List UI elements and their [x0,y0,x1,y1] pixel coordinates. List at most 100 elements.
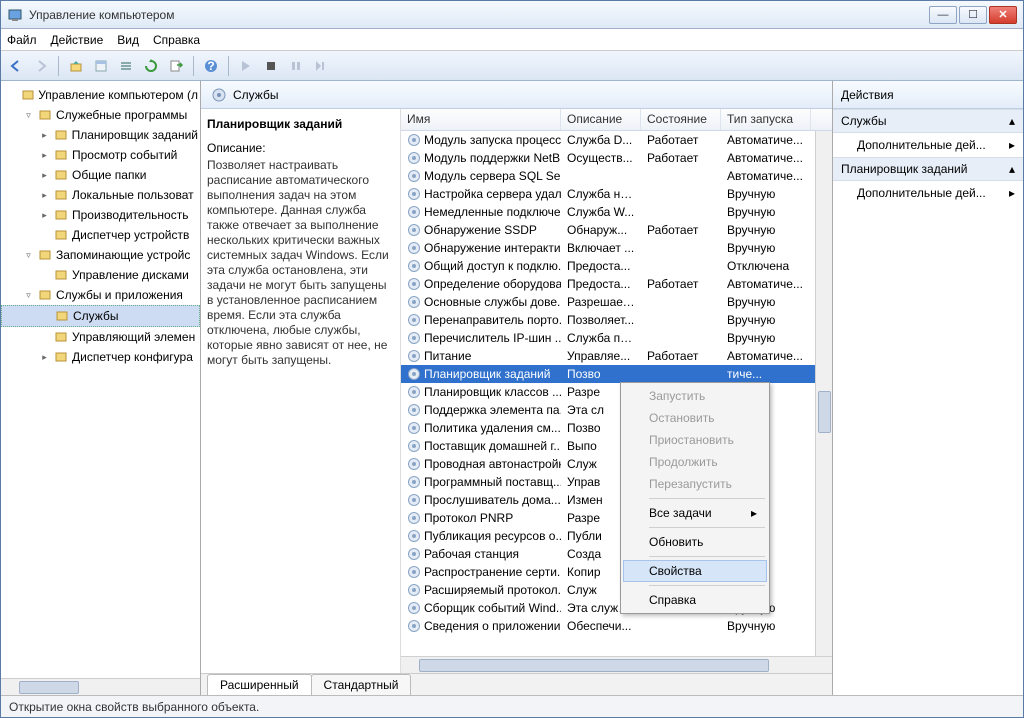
menu-separator [649,556,765,557]
titlebar: Управление компьютером — ☐ ✕ [1,1,1023,29]
tree-item[interactable]: ▿Службы и приложения [1,285,200,305]
tab-extended[interactable]: Расширенный [207,674,312,695]
context-menu-item[interactable]: Обновить [623,531,767,553]
service-row[interactable]: Общий доступ к подклю...Предоста...Отклю… [401,257,832,275]
gear-icon [407,457,421,471]
minimize-button[interactable]: — [929,6,957,24]
service-row[interactable]: Обнаружение интеракти...Включает ...Вруч… [401,239,832,257]
service-row[interactable]: Планировщик заданийПозвотиче... [401,365,832,383]
statusbar: Открытие окна свойств выбранного объекта… [1,695,1023,717]
svg-text:?: ? [207,59,214,73]
tab-standard[interactable]: Стандартный [311,674,412,695]
tool-help-button[interactable]: ? [200,55,222,77]
submenu-icon: ▸ [1009,186,1015,200]
gear-icon [407,277,421,291]
gear-icon [407,493,421,507]
tree-item[interactable]: Диспетчер устройств [1,225,200,245]
list-vscrollbar[interactable] [815,131,832,656]
gear-icon [407,169,421,183]
tree-item[interactable]: ▸Локальные пользоват [1,185,200,205]
main-window: Управление компьютером — ☐ ✕ Файл Действ… [0,0,1024,718]
menu-file[interactable]: Файл [7,33,37,47]
gear-icon [407,511,421,525]
list-header: Имя Описание Состояние Тип запуска [401,109,832,131]
gear-icon [407,601,421,615]
service-row[interactable]: Настройка сервера удал...Служба на...Вру… [401,185,832,203]
submenu-icon: ▸ [1009,138,1015,152]
pause-button[interactable] [285,55,307,77]
center-header: Службы [201,81,832,109]
app-icon [7,7,23,23]
col-desc[interactable]: Описание [561,109,641,130]
tree-item[interactable]: ▸Производительность [1,205,200,225]
tree-item[interactable]: ▸Общие папки [1,165,200,185]
tool-export-button[interactable] [165,55,187,77]
menu-separator [649,585,765,586]
service-row[interactable]: Обнаружение SSDPОбнаруж...РаботаетВручну… [401,221,832,239]
nav-back-button[interactable] [5,55,27,77]
gear-icon [407,547,421,561]
gear-icon [407,349,421,363]
tree-item[interactable]: ▸Просмотр событий [1,145,200,165]
tree-item[interactable]: Управление дисками [1,265,200,285]
tree-item[interactable]: ▿Служебные программы [1,105,200,125]
service-row[interactable]: Основные службы дове...Разрешает...Вручн… [401,293,832,311]
nav-tree[interactable]: Управление компьютером (л▿Служебные прог… [1,81,200,678]
gear-icon [407,295,421,309]
actions-header: Действия [833,81,1023,109]
tool-props-button[interactable] [90,55,112,77]
maximize-button[interactable]: ☐ [959,6,987,24]
close-button[interactable]: ✕ [989,6,1017,24]
service-row[interactable]: Модуль запуска процесс...Служба D...Рабо… [401,131,832,149]
context-menu[interactable]: ЗапуститьОстановитьПриостановитьПродолжи… [620,382,770,614]
gear-icon [407,367,421,381]
service-row[interactable]: Сведения о приложенииОбеспечи...Вручную [401,617,832,635]
actions-pane: Действия Службы▴Дополнительные дей...▸Пл… [833,81,1023,695]
gear-icon [407,385,421,399]
gear-icon [407,241,421,255]
action-group-header[interactable]: Планировщик заданий▴ [833,157,1023,181]
tree-item[interactable]: ▸Планировщик заданий [1,125,200,145]
tree-item[interactable]: ▿Запоминающие устройс [1,245,200,265]
action-item[interactable]: Дополнительные дей...▸ [833,181,1023,205]
service-row[interactable]: Модуль поддержки NetB...Осуществ...Работ… [401,149,832,167]
action-group-header[interactable]: Службы▴ [833,109,1023,133]
window-title: Управление компьютером [29,8,927,22]
gear-icon [407,205,421,219]
col-name[interactable]: Имя [401,109,561,130]
action-item[interactable]: Дополнительные дей...▸ [833,133,1023,157]
list-hscrollbar[interactable] [401,656,832,673]
tree-item[interactable]: Управление компьютером (л [1,85,200,105]
service-row[interactable]: Перечислитель IP-шин ...Служба пе...Вруч… [401,329,832,347]
tool-up-button[interactable] [65,55,87,77]
center-title: Службы [233,88,278,102]
context-menu-item: Запустить [623,385,767,407]
view-tabs: Расширенный Стандартный [201,673,832,695]
service-row[interactable]: Перенаправитель порто...Позволяет...Вруч… [401,311,832,329]
context-menu-item[interactable]: Справка [623,589,767,611]
tree-item[interactable]: ▸Диспетчер конфигура [1,347,200,367]
service-row[interactable]: Определение оборудова...Предоста...Работ… [401,275,832,293]
selected-service-title: Планировщик заданий [207,117,394,131]
tree-hscrollbar[interactable] [1,678,200,695]
menu-help[interactable]: Справка [153,33,200,47]
stop-button[interactable] [260,55,282,77]
tree-item[interactable]: Службы [1,305,200,327]
gear-icon [407,187,421,201]
menu-action[interactable]: Действие [51,33,104,47]
context-menu-item[interactable]: Все задачи▸ [623,502,767,524]
restart-button[interactable] [310,55,332,77]
service-row[interactable]: Немедленные подключе...Служба W...Вручну… [401,203,832,221]
tree-item[interactable]: Управляющий элемен [1,327,200,347]
col-state[interactable]: Состояние [641,109,721,130]
col-startup[interactable]: Тип запуска [721,109,811,130]
nav-fwd-button[interactable] [30,55,52,77]
menu-view[interactable]: Вид [117,33,139,47]
gear-icon [407,403,421,417]
play-button[interactable] [235,55,257,77]
context-menu-item[interactable]: Свойства [623,560,767,582]
tool-refresh-button[interactable] [140,55,162,77]
tool-list-button[interactable] [115,55,137,77]
service-row[interactable]: Модуль сервера SQL Ser...Автоматиче... [401,167,832,185]
service-row[interactable]: ПитаниеУправляе...РаботаетАвтоматиче... [401,347,832,365]
